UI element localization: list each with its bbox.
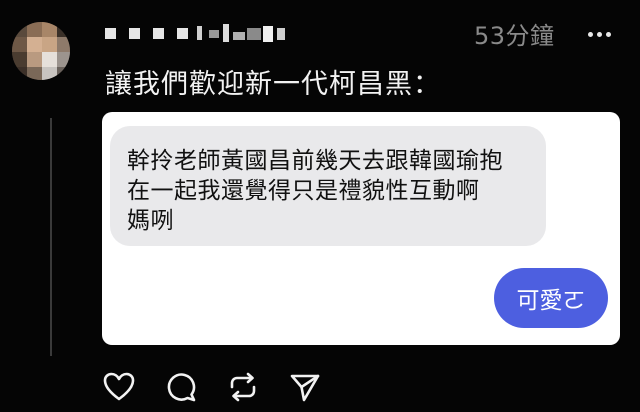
more-dot — [587, 31, 593, 37]
avatar[interactable] — [12, 22, 70, 80]
more-options-button[interactable] — [584, 22, 614, 46]
threads-post: 53分鐘 讓我們歡迎新一代柯昌黑： 幹拎老師黃國昌前幾天去跟韓國瑜抱 在一起我還… — [0, 0, 640, 412]
repost-icon — [230, 372, 256, 402]
repost-button[interactable] — [226, 370, 260, 404]
sent-reply-bubble: 可愛ㄛ — [494, 268, 608, 328]
post-caption: 讓我們歡迎新一代柯昌黑： — [105, 69, 441, 100]
blurred-avatar-image — [12, 22, 70, 80]
username-redacted[interactable] — [105, 24, 295, 44]
more-dot — [596, 31, 602, 37]
message-line: 在一起我還覺得只是禮貌性互動啊 — [127, 178, 480, 204]
share-button[interactable] — [288, 370, 322, 404]
thread-line — [50, 118, 52, 356]
post-timestamp: 53分鐘 — [474, 22, 555, 50]
username-pixelation — [105, 24, 285, 42]
heart-icon — [103, 372, 135, 401]
received-message-bubble: 幹拎老師黃國昌前幾天去跟韓國瑜抱 在一起我還覺得只是禮貌性互動啊 媽咧 — [110, 126, 546, 246]
comment-button[interactable] — [164, 370, 198, 404]
message-line: 媽咧 — [127, 208, 174, 234]
comment-icon — [167, 373, 196, 402]
attached-chat-screenshot[interactable]: 幹拎老師黃國昌前幾天去跟韓國瑜抱 在一起我還覺得只是禮貌性互動啊 媽咧 可愛ㄛ — [102, 112, 620, 345]
more-dot — [605, 31, 611, 37]
like-button[interactable] — [102, 370, 136, 404]
message-line: 幹拎老師黃國昌前幾天去跟韓國瑜抱 — [127, 148, 503, 174]
send-icon — [290, 374, 320, 402]
